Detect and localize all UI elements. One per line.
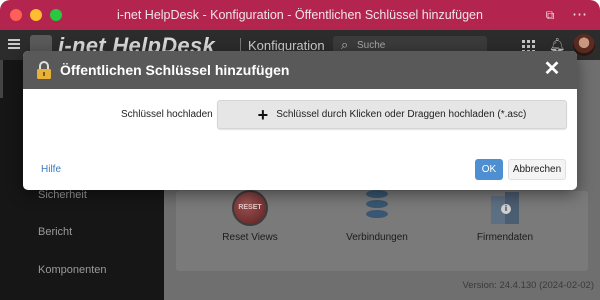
cancel-button[interactable]: Abbrechen — [508, 159, 566, 180]
search-placeholder: Suche — [357, 40, 386, 51]
plus-icon: + — [257, 104, 269, 125]
dialog-title: Öffentlichen Schlüssel hinzufügen — [60, 62, 290, 78]
upload-key-label: Schlüssel hochladen — [121, 109, 213, 120]
lock-icon — [37, 61, 51, 79]
menu-icon[interactable] — [8, 39, 20, 49]
tile-label: Firmendaten — [476, 232, 534, 243]
add-public-key-dialog: Öffentlichen Schlüssel hinzufügen ✕ Schl… — [23, 51, 577, 190]
maximize-window-button[interactable] — [50, 9, 62, 21]
tile-verbindungen[interactable]: Verbindungen — [322, 190, 432, 243]
help-link[interactable]: Hilfe — [41, 164, 61, 175]
dialog-header: Öffentlichen Schlüssel hinzufügen ✕ — [23, 51, 577, 89]
notification-bell-icon[interactable]: 🔔︎ — [549, 38, 566, 52]
window-titlebar: i-net HelpDesk - Konfiguration - Öffentl… — [0, 0, 600, 30]
minimize-window-button[interactable] — [30, 9, 42, 21]
window-controls — [10, 9, 62, 21]
upload-key-button[interactable]: + Schlüssel durch Klicken oder Draggen h… — [217, 100, 567, 129]
sidebar-item-sicherheit[interactable]: Sicherheit — [38, 189, 87, 201]
close-window-button[interactable] — [10, 9, 22, 21]
tile-firmendaten[interactable]: i Firmendaten — [450, 190, 560, 243]
window-title: i-net HelpDesk - Konfiguration - Öffentl… — [117, 8, 483, 22]
search-icon: ⌕ — [341, 37, 349, 52]
tile-label: Reset Views — [222, 232, 278, 243]
sidebar-item-bericht[interactable]: Bericht — [38, 226, 72, 238]
sidebar-active-indicator — [0, 60, 3, 98]
tile-reset-views[interactable]: RESET Reset Views — [195, 190, 305, 243]
database-icon — [359, 190, 395, 226]
tile-label: Verbindungen — [346, 232, 408, 243]
ok-button[interactable]: OK — [475, 159, 503, 180]
close-icon[interactable]: ✕ — [541, 58, 563, 80]
version-text: Version: 24.4.130 (2024-02-02) — [462, 280, 594, 291]
building-info-icon: i — [487, 190, 523, 226]
reset-icon: RESET — [232, 190, 268, 226]
screen-share-icon[interactable]: ⧉ — [542, 7, 558, 23]
sidebar-item-komponenten[interactable]: Komponenten — [38, 264, 107, 276]
more-options-icon[interactable]: ⋯ — [572, 7, 588, 23]
upload-button-label: Schlüssel durch Klicken oder Draggen hoc… — [276, 109, 527, 120]
